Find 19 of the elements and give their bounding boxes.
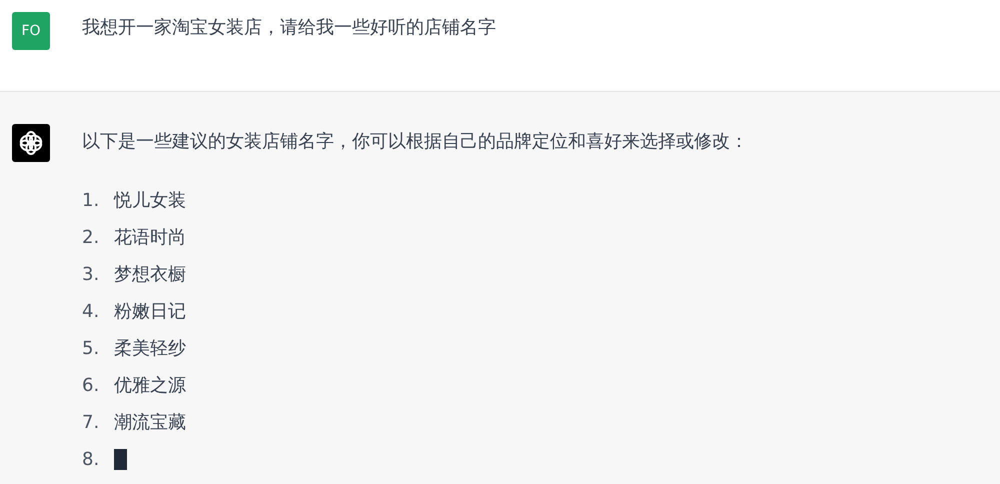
list-item: 粉嫩日记 bbox=[114, 300, 186, 324]
knot-logo-icon bbox=[17, 129, 45, 157]
list-item: 悦儿女装 bbox=[114, 189, 186, 213]
list-item: 梦想衣橱 bbox=[114, 263, 186, 287]
list-item: 花语时尚 bbox=[114, 226, 186, 250]
list-number: 8. bbox=[82, 448, 100, 472]
message-text: 以下是一些建议的女装店铺名字，你可以根据自己的品牌定位和喜好来选择或修改： bbox=[82, 130, 748, 154]
list-number: 6. bbox=[82, 374, 100, 398]
list-number: 5. bbox=[82, 337, 100, 361]
list-item: 柔美轻纱 bbox=[114, 337, 186, 361]
message-text: 我想开一家淘宝女装店，请给我一些好听的店铺名字 bbox=[82, 16, 496, 40]
list-item: 潮流宝藏 bbox=[114, 411, 186, 435]
user-avatar: FO bbox=[12, 12, 50, 50]
list-item: 优雅之源 bbox=[114, 374, 186, 398]
list-number: 3. bbox=[82, 263, 100, 287]
list-number: 7. bbox=[82, 411, 100, 435]
list-number: 2. bbox=[82, 226, 100, 250]
list-number: 4. bbox=[82, 300, 100, 324]
list-number: 1. bbox=[82, 189, 100, 213]
